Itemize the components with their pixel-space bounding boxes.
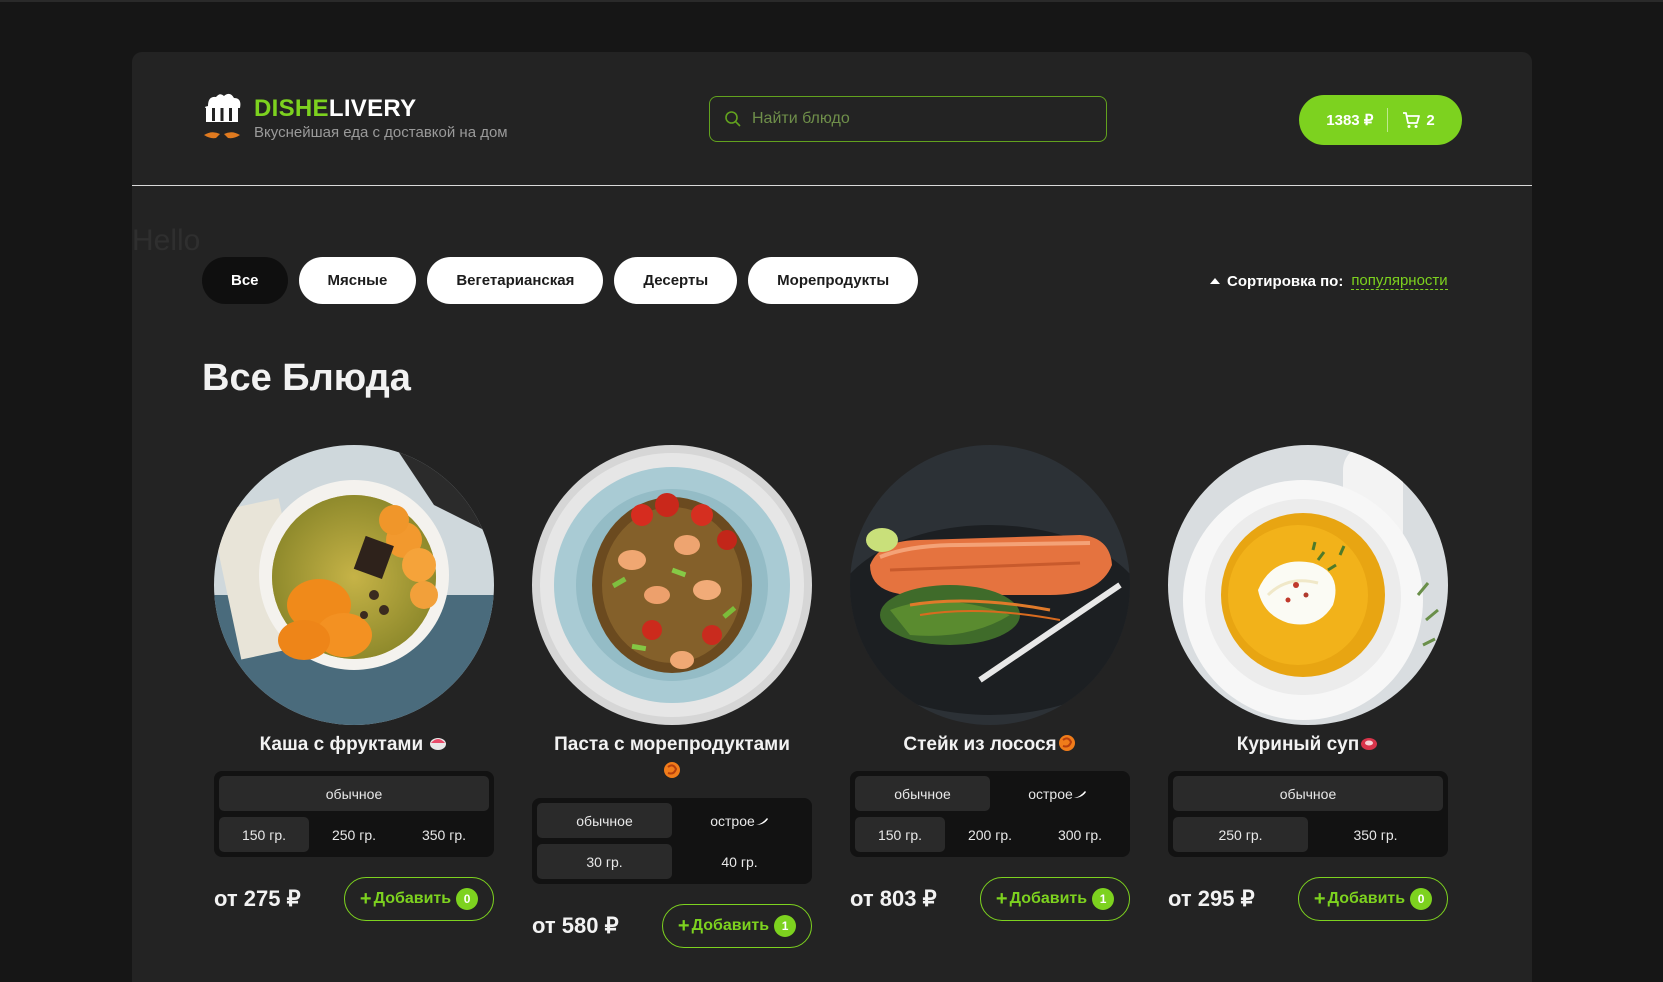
add-count-badge: 1 <box>774 915 797 937</box>
category-meat[interactable]: Мясные <box>298 257 417 304</box>
dish-footer: от 803 ₽ + Добавить 1 <box>850 877 1130 921</box>
add-count-badge: 1 <box>1092 888 1115 910</box>
sort-value[interactable]: популярности <box>1351 272 1448 290</box>
dish-image[interactable] <box>1168 445 1448 725</box>
dish-options: обычное 150 гр. 250 гр. 350 гр. <box>214 771 494 857</box>
cart-total: 1383 ₽ <box>1326 112 1374 129</box>
size-row: 150 гр. 250 гр. 350 гр. <box>219 817 489 852</box>
add-button[interactable]: + Добавить 1 <box>980 877 1130 921</box>
window-top-border <box>0 0 1663 2</box>
dish-image[interactable] <box>532 445 812 725</box>
shrimp-icon <box>1058 735 1075 751</box>
dish-image[interactable] <box>214 445 494 725</box>
type-option-normal[interactable]: обычное <box>855 776 990 811</box>
plus-icon: + <box>359 887 372 910</box>
dish-name: Паста с морепродуктами <box>532 731 812 785</box>
search-box[interactable] <box>709 96 1107 142</box>
type-row: обычное острое <box>855 776 1125 811</box>
dish-footer: от 295 ₽ + Добавить 0 <box>1168 877 1448 921</box>
dish-price: от 275 ₽ <box>214 886 301 911</box>
dish-options: обычное 250 гр. 350 гр. <box>1168 771 1448 857</box>
size-option[interactable]: 350 гр. <box>399 817 489 852</box>
size-row: 30 гр. 40 гр. <box>537 844 807 879</box>
dish-card: Стейк из лосося обычное острое 150 гр. 2… <box>850 445 1130 921</box>
size-row: 250 гр. 350 гр. <box>1173 817 1443 852</box>
type-row: обычное <box>1173 776 1443 811</box>
dish-card: Каша с фруктами обычное 150 гр. 250 гр. … <box>214 445 494 921</box>
add-label: Добавить <box>1327 890 1406 907</box>
sort-label: Сортировка по: <box>1227 272 1344 290</box>
size-option[interactable]: 350 гр. <box>1308 817 1443 852</box>
add-button[interactable]: + Добавить 0 <box>344 877 494 921</box>
category-desserts[interactable]: Десерты <box>614 257 738 304</box>
size-option[interactable]: 250 гр. <box>1173 817 1308 852</box>
plus-icon: + <box>995 887 1008 910</box>
hello-text: Hello <box>132 224 201 257</box>
category-seafood[interactable]: Морепродукты <box>748 257 919 304</box>
type-option-normal[interactable]: обычное <box>537 803 672 838</box>
size-option[interactable]: 200 гр. <box>945 817 1035 852</box>
logo[interactable]: DISHELIVERY Вкуснейшая еда с доставкой н… <box>202 92 508 144</box>
dish-image[interactable] <box>850 445 1130 725</box>
add-label: Добавить <box>691 917 770 934</box>
cart-button[interactable]: 1383 ₽ 2 <box>1299 95 1462 145</box>
size-row: 150 гр. 200 гр. 300 гр. <box>855 817 1125 852</box>
sort-arrow-icon <box>1210 278 1220 284</box>
plus-icon: + <box>1313 887 1326 910</box>
category-vegetarian[interactable]: Вегетарианская <box>427 257 604 304</box>
header: DISHELIVERY Вкуснейшая еда с доставкой н… <box>132 52 1532 186</box>
type-option-spicy[interactable]: острое <box>990 776 1125 811</box>
search-input[interactable] <box>750 109 1074 129</box>
type-option-normal[interactable]: обычное <box>1173 776 1443 811</box>
size-option[interactable]: 250 гр. <box>309 817 399 852</box>
dish-footer: от 275 ₽ + Добавить 0 <box>214 877 494 921</box>
brand-name: DISHELIVERY <box>254 95 417 122</box>
pepper-icon <box>755 817 768 825</box>
plus-icon: + <box>677 914 690 937</box>
dish-card: Паста с морепродуктами обычное острое 30… <box>532 445 812 948</box>
cart-icon <box>1403 112 1421 128</box>
add-button[interactable]: + Добавить 0 <box>1298 877 1448 921</box>
tagline: Вкуснейшая еда с доставкой на дом <box>254 124 508 141</box>
size-option[interactable]: 150 гр. <box>219 817 309 852</box>
add-count-badge: 0 <box>1410 888 1433 910</box>
cart-divider <box>1387 108 1389 132</box>
chef-hat-icon <box>204 93 241 139</box>
meat-icon <box>1361 738 1378 750</box>
dish-card: Куриный суп обычное 250 гр. 350 гр. от 2… <box>1168 445 1448 921</box>
dish-name: Каша с фруктами <box>214 731 494 758</box>
shrimp-icon <box>664 762 680 778</box>
dish-price: от 803 ₽ <box>850 886 937 911</box>
app-container: DISHELIVERY Вкуснейшая еда с доставкой н… <box>132 52 1532 982</box>
add-button[interactable]: + Добавить 1 <box>662 904 812 948</box>
size-option[interactable]: 30 гр. <box>537 844 672 879</box>
add-label: Добавить <box>373 890 452 907</box>
dish-name: Куриный суп <box>1168 731 1448 758</box>
size-option[interactable]: 40 гр. <box>672 844 807 879</box>
bowl-icon <box>430 738 447 750</box>
add-count-badge: 0 <box>456 888 479 910</box>
size-option[interactable]: 300 гр. <box>1035 817 1125 852</box>
type-row: обычное острое <box>537 803 807 838</box>
size-option[interactable]: 150 гр. <box>855 817 945 852</box>
dish-price: от 295 ₽ <box>1168 886 1255 911</box>
dish-name: Стейк из лосося <box>850 731 1130 758</box>
dish-footer: от 580 ₽ + Добавить 1 <box>532 904 812 948</box>
pepper-icon <box>1073 790 1086 798</box>
page-title: Все Блюда <box>202 357 411 399</box>
category-tabs: Все Мясные Вегетарианская Десерты Морепр… <box>202 257 929 304</box>
search-icon <box>725 111 741 127</box>
cart-count: 2 <box>1426 111 1435 129</box>
dish-price: от 580 ₽ <box>532 913 619 938</box>
type-row: обычное <box>219 776 489 811</box>
add-label: Добавить <box>1009 890 1088 907</box>
type-option-normal[interactable]: обычное <box>219 776 489 811</box>
dish-options: обычное острое 150 гр. 200 гр. 300 гр. <box>850 771 1130 857</box>
category-all[interactable]: Все <box>202 257 288 304</box>
sort-control: Сортировка по: популярности <box>1210 272 1448 290</box>
dish-options: обычное острое 30 гр. 40 гр. <box>532 798 812 884</box>
type-option-spicy[interactable]: острое <box>672 803 807 838</box>
